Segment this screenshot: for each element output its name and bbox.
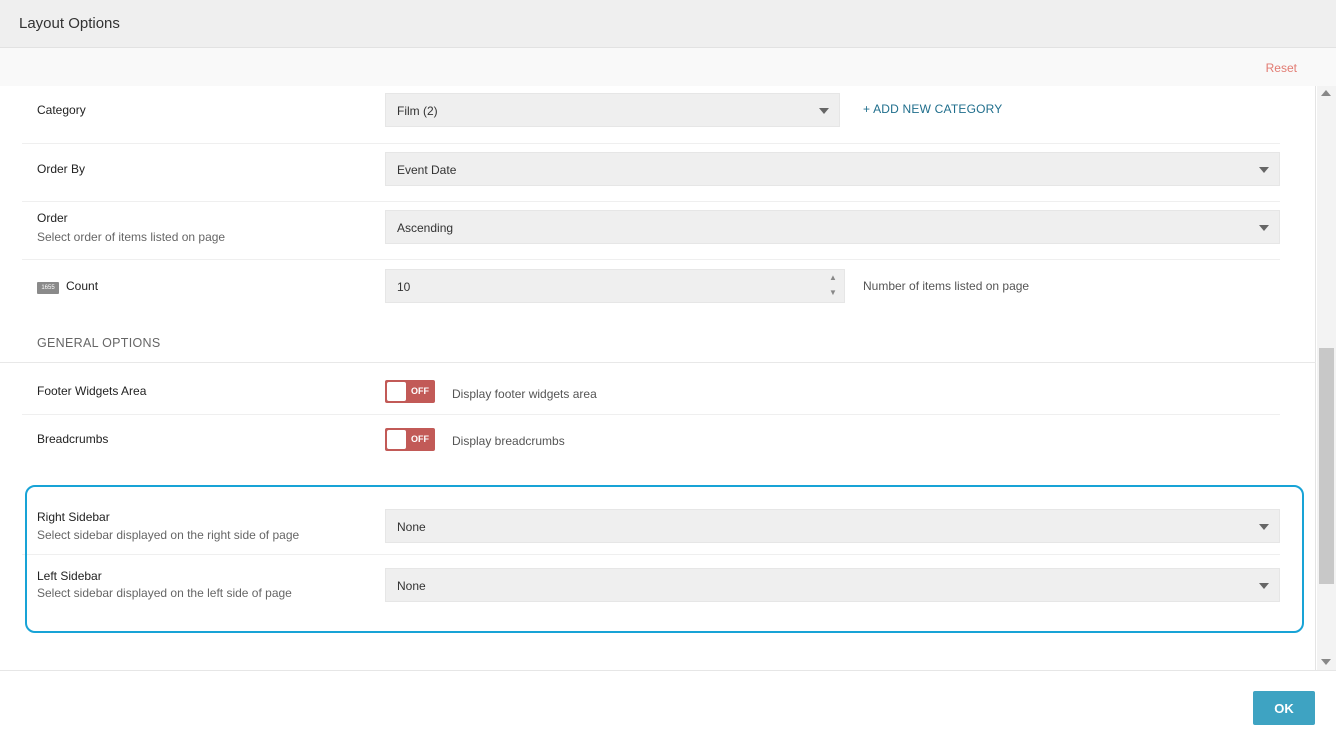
count-label: Count — [66, 279, 99, 293]
order-label: Order — [37, 211, 68, 225]
count-row: 1655 Count 10 ▲ ▼ Number of items listed… — [22, 260, 1280, 318]
order-row: Order Select order of items listed on pa… — [22, 202, 1280, 260]
scrollbar-thumb[interactable] — [1319, 348, 1334, 584]
category-value: Film (2) — [397, 104, 438, 118]
scroll-down-icon[interactable] — [1321, 659, 1331, 665]
right-sidebar-select[interactable]: None — [385, 509, 1280, 543]
count-value: 10 — [397, 280, 411, 294]
order-by-label: Order By — [37, 162, 86, 176]
order-by-row: Order By Event Date — [22, 144, 1280, 202]
toggle-state: OFF — [411, 434, 429, 444]
chevron-down-icon — [1259, 225, 1269, 231]
category-select[interactable]: Film (2) — [385, 93, 840, 127]
increment-icon[interactable]: ▲ — [828, 273, 838, 283]
chevron-down-icon — [1259, 583, 1269, 589]
footer-widgets-toggle[interactable]: OFF — [385, 380, 435, 403]
right-sidebar-description: Select sidebar displayed on the right si… — [37, 528, 300, 542]
category-row: Category Film (2) + ADD NEW CATEGORY — [22, 86, 1280, 144]
category-label: Category — [37, 103, 86, 117]
toggle-knob — [387, 430, 406, 449]
breadcrumbs-toggle[interactable]: OFF — [385, 428, 435, 451]
chevron-down-icon — [1259, 167, 1269, 173]
toolbar: Reset — [0, 48, 1336, 86]
left-sidebar-row: Left Sidebar Select sidebar displayed on… — [22, 555, 1280, 615]
right-sidebar-row: Right Sidebar Select sidebar displayed o… — [22, 498, 1280, 555]
footer-widgets-row: Footer Widgets Area OFF Display footer w… — [22, 369, 1280, 415]
breadcrumbs-description: Display breadcrumbs — [452, 434, 565, 448]
count-input[interactable]: 10 ▲ ▼ — [385, 269, 845, 303]
left-sidebar-label: Left Sidebar — [37, 569, 102, 583]
toggle-knob — [387, 382, 406, 401]
left-sidebar-value: None — [397, 579, 426, 593]
number-icon-text: 1655 — [41, 285, 55, 291]
dialog-footer: OK — [0, 670, 1336, 738]
chevron-down-icon — [819, 108, 829, 114]
section-divider — [0, 362, 1316, 363]
right-sidebar-value: None — [397, 520, 426, 534]
decrement-icon[interactable]: ▼ — [828, 288, 838, 298]
chevron-down-icon — [1259, 524, 1269, 530]
number-icon: 1655 — [37, 282, 59, 294]
footer-widgets-label: Footer Widgets Area — [37, 384, 147, 398]
toggle-state: OFF — [411, 386, 429, 396]
reset-link[interactable]: Reset — [1266, 61, 1297, 75]
order-by-value: Event Date — [397, 163, 457, 177]
breadcrumbs-label: Breadcrumbs — [37, 432, 109, 446]
order-value: Ascending — [397, 221, 454, 235]
order-by-select[interactable]: Event Date — [385, 152, 1280, 186]
options-panel: Category Film (2) + ADD NEW CATEGORY Ord… — [0, 86, 1316, 670]
scroll-up-icon[interactable] — [1321, 90, 1331, 96]
add-new-category-link[interactable]: + ADD NEW CATEGORY — [863, 102, 1003, 116]
general-options-heading: GENERAL OPTIONS — [37, 336, 161, 350]
footer-widgets-description: Display footer widgets area — [452, 387, 597, 401]
left-sidebar-description: Select sidebar displayed on the left sid… — [37, 586, 292, 600]
ok-button[interactable]: OK — [1253, 691, 1315, 725]
left-sidebar-select[interactable]: None — [385, 568, 1280, 602]
scrollbar[interactable] — [1317, 86, 1336, 670]
dialog-header: Layout Options — [0, 0, 1336, 48]
dialog-title: Layout Options — [19, 15, 120, 32]
order-description: Select order of items listed on page — [37, 230, 226, 244]
count-note: Number of items listed on page — [863, 279, 1030, 293]
breadcrumbs-row: Breadcrumbs OFF Display breadcrumbs — [22, 415, 1280, 465]
order-select[interactable]: Ascending — [385, 210, 1280, 244]
right-sidebar-label: Right Sidebar — [37, 510, 110, 524]
